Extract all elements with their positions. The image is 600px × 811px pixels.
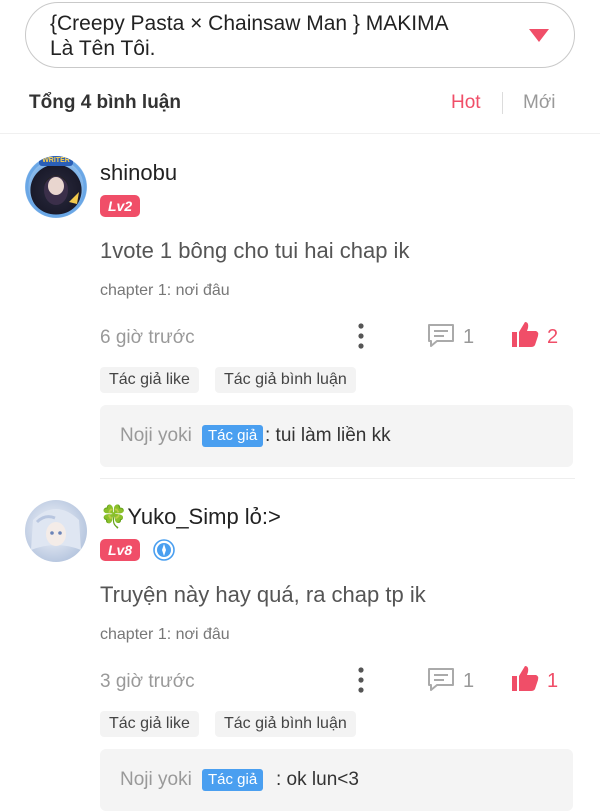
comment-text: 1vote 1 bông cho tui hai chap ik (100, 238, 410, 263)
sort-divider (502, 92, 503, 114)
reply-author-name[interactable]: Noji yoki (120, 769, 192, 791)
comment-chapter[interactable]: chapter 1: nơi đâu (100, 282, 230, 300)
tag-author-like: Tác giả like (100, 367, 199, 393)
reply-comment-icon[interactable] (426, 666, 456, 692)
avatar[interactable]: WRITER (25, 156, 87, 218)
comments-header: Tổng 4 bình luận Hot Mới (0, 76, 600, 134)
reply-comment-icon[interactable] (426, 322, 456, 348)
thumbs-up-icon[interactable] (510, 664, 540, 692)
comment-divider (100, 478, 575, 479)
avatar[interactable] (25, 500, 87, 562)
avatar-image-icon (31, 509, 81, 550)
author-badge: Tác giả (202, 769, 264, 791)
comment-username[interactable]: 🍀Yuko_Simp lỏ:> (100, 504, 281, 530)
author-reply-box[interactable]: Noji yoki Tác giả : ok lun<3 (100, 749, 573, 811)
thumbs-up-icon[interactable] (510, 320, 540, 348)
comment-chapter[interactable]: chapter 1: nơi đâu (100, 626, 230, 644)
level-badge: Lv8 (100, 539, 141, 561)
dropdown-caret-icon[interactable] (529, 29, 549, 42)
tag-author-comment: Tác giả bình luận (215, 367, 356, 393)
reply-text: : ok lun<3 (276, 769, 359, 790)
reply-author-name[interactable]: Noji yoki (120, 425, 192, 447)
reply-text: : tui làm liền kk (265, 425, 391, 446)
comment-time: 6 giờ trước (100, 327, 195, 348)
tag-author-comment: Tác giả bình luận (215, 711, 356, 737)
verified-icon (153, 539, 175, 561)
level-badge: Lv2 (100, 195, 141, 217)
like-count: 1 (547, 670, 559, 692)
reply-count: 1 (463, 326, 475, 348)
tag-author-like: Tác giả like (100, 711, 199, 737)
author-badge: Tác giả (202, 425, 264, 447)
writer-badge: WRITER (39, 156, 73, 166)
sort-new-tab[interactable]: Mới (523, 92, 556, 114)
reply-count: 1 (463, 670, 475, 692)
comment-username[interactable]: shinobu (100, 160, 177, 186)
like-count: 2 (547, 326, 559, 348)
comment-text: Truyện này hay quá, ra chap tp ik (100, 582, 426, 607)
more-options-icon[interactable] (357, 667, 365, 693)
total-comments-label: Tổng 4 bình luận (29, 92, 181, 113)
story-title: {Creepy Pasta × Chainsaw Man } MAKIMA Là… (50, 12, 449, 60)
top-bar: {Creepy Pasta × Chainsaw Man } MAKIMA Là… (0, 0, 600, 76)
sort-hot-tab[interactable]: Hot (451, 92, 481, 114)
more-options-icon[interactable] (357, 323, 365, 349)
story-title-dropdown[interactable]: {Creepy Pasta × Chainsaw Man } MAKIMA Là… (25, 2, 575, 68)
author-reply-box[interactable]: Noji yoki Tác giả : tui làm liền kk (100, 405, 573, 467)
comment-time: 3 giờ trước (100, 671, 195, 692)
